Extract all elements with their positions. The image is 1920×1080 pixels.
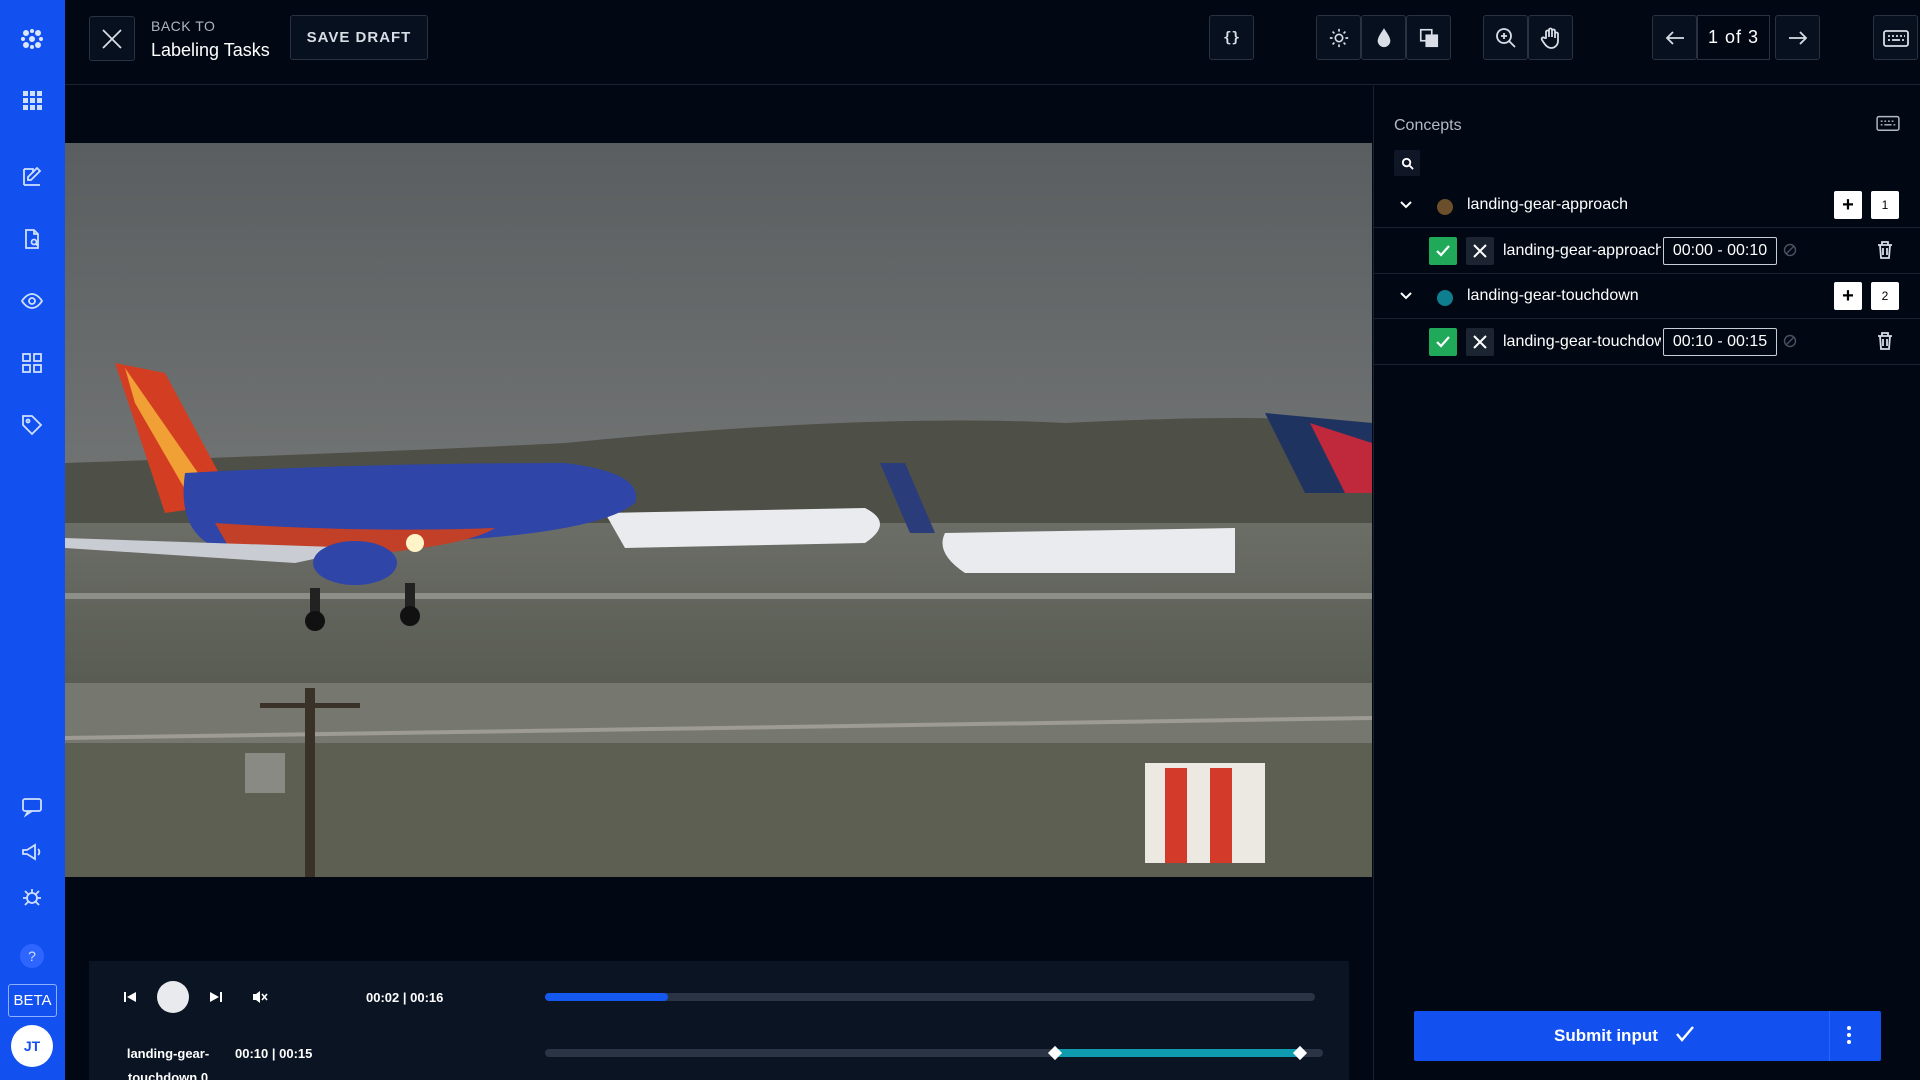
concept-search-button[interactable] <box>1394 150 1420 176</box>
video-controls: 00:02 | 00:16 landing-gear-touchdown.0 0… <box>89 961 1349 1080</box>
time-range-field[interactable]: 00:10 - 00:15 <box>1663 328 1777 356</box>
skip-forward-button[interactable] <box>204 985 228 1009</box>
back-to-label: BACK TO <box>151 18 216 34</box>
mute-button[interactable] <box>248 985 272 1009</box>
brightness-button[interactable] <box>1316 15 1361 60</box>
accept-button[interactable] <box>1429 328 1457 356</box>
airport-scene-image <box>65 143 1372 877</box>
keyboard-icon <box>1882 29 1909 47</box>
drop-icon <box>1377 27 1390 47</box>
skip-forward-icon <box>210 992 222 1002</box>
submit-label: Submit input <box>1554 1026 1658 1045</box>
annotation-track[interactable] <box>545 1045 1323 1061</box>
skip-back-button[interactable] <box>118 985 142 1009</box>
check-icon <box>1436 336 1450 348</box>
help-icon[interactable]: ? <box>20 944 44 968</box>
apps-grid-icon[interactable] <box>17 85 47 115</box>
keyboard-shortcuts-button[interactable] <box>1873 15 1918 60</box>
search-icon <box>1401 157 1414 170</box>
track-time: 00:10 | 00:15 <box>235 1046 313 1061</box>
video-frame[interactable] <box>65 143 1372 877</box>
trash-icon[interactable] <box>1876 331 1894 351</box>
overlay-button[interactable] <box>1406 15 1451 60</box>
save-draft-button[interactable]: SAVE DRAFT <box>290 15 428 60</box>
current-time: 00:02 | 00:16 <box>366 990 444 1005</box>
concepts-panel: Concepts landing-gear-approach + 1 landi… <box>1373 86 1920 1080</box>
bug-icon[interactable] <box>17 882 47 912</box>
top-toolbar: BACK TO Labeling Tasks SAVE DRAFT {} 1 o… <box>65 0 1920 85</box>
next-button[interactable] <box>1775 15 1820 60</box>
check-icon <box>1436 245 1450 257</box>
chevron-down-icon[interactable] <box>1398 288 1414 304</box>
edit-icon[interactable] <box>17 162 47 192</box>
saturation-button[interactable] <box>1361 15 1406 60</box>
tag-icon[interactable] <box>17 410 47 440</box>
modules-icon[interactable] <box>17 348 47 378</box>
concept-row[interactable]: landing-gear-approach + 1 <box>1374 183 1920 228</box>
main-timeline[interactable] <box>545 993 1315 1001</box>
annotation-segment[interactable] <box>1054 1049 1300 1057</box>
document-search-icon[interactable] <box>17 224 47 254</box>
concept-name: landing-gear-touchdown <box>1467 287 1639 304</box>
annotation-name: landing-gear-approach <box>1503 242 1661 259</box>
accept-button[interactable] <box>1429 237 1457 265</box>
annotation-count: 2 <box>1871 282 1899 310</box>
previous-button[interactable] <box>1652 15 1697 60</box>
concept-name: landing-gear-approach <box>1467 196 1628 213</box>
time-range-field[interactable]: 00:00 - 00:10 <box>1663 237 1777 265</box>
megaphone-icon[interactable] <box>17 837 47 867</box>
panel-title: Concepts <box>1394 117 1462 134</box>
add-annotation-button[interactable]: + <box>1834 191 1862 219</box>
close-icon <box>102 28 122 49</box>
skip-back-icon <box>124 992 136 1002</box>
check-icon <box>1676 1026 1694 1042</box>
concept-color-dot <box>1437 199 1453 215</box>
more-options-icon[interactable] <box>1846 1023 1852 1047</box>
zoom-in-icon <box>1495 27 1516 48</box>
trash-icon[interactable] <box>1876 240 1894 260</box>
left-sidebar: ? BETA JT <box>0 0 65 1080</box>
close-button[interactable] <box>89 16 135 61</box>
annotation-name: landing-gear-touchdown <box>1503 333 1661 350</box>
chevron-down-icon[interactable] <box>1398 197 1414 213</box>
close-icon <box>1473 335 1487 349</box>
logo-icon[interactable] <box>17 24 47 54</box>
add-annotation-button[interactable]: + <box>1834 282 1862 310</box>
track-label: landing-gear-touchdown.0 <box>126 1046 210 1080</box>
layers-icon <box>1419 28 1438 47</box>
zoom-button[interactable] <box>1483 15 1528 60</box>
beta-badge: BETA <box>8 984 57 1017</box>
timeline-progress <box>545 993 669 1001</box>
pan-button[interactable] <box>1528 15 1573 60</box>
avatar[interactable]: JT <box>11 1025 53 1067</box>
back-to-title: Labeling Tasks <box>151 40 270 60</box>
arrow-right-icon <box>1788 30 1807 45</box>
eye-icon[interactable] <box>17 286 47 316</box>
arrow-left-icon <box>1665 30 1684 45</box>
back-link[interactable]: BACK TO Labeling Tasks <box>151 18 270 61</box>
muted-speaker-icon <box>253 991 268 1003</box>
json-view-button[interactable]: {} <box>1209 15 1254 60</box>
chat-icon[interactable] <box>17 791 47 821</box>
annotation-count: 1 <box>1871 191 1899 219</box>
page-indicator: 1 of 3 <box>1697 15 1770 60</box>
submit-input-button[interactable]: Submit input <box>1414 1011 1881 1061</box>
brightness-icon <box>1329 28 1348 47</box>
keyboard-icon[interactable] <box>1876 113 1900 138</box>
concept-color-dot <box>1437 290 1453 306</box>
reject-button[interactable] <box>1466 328 1494 356</box>
disabled-icon <box>1783 243 1797 257</box>
play-button[interactable] <box>157 981 189 1013</box>
annotation-row: landing-gear-touchdown 00:10 - 00:15 <box>1374 319 1920 365</box>
braces-icon: {} <box>1223 29 1240 46</box>
disabled-icon <box>1783 334 1797 348</box>
close-icon <box>1473 244 1487 258</box>
hand-icon <box>1540 27 1559 49</box>
annotation-row: landing-gear-approach 00:00 - 00:10 <box>1374 228 1920 274</box>
labeling-app: ? BETA JT BACK TO Labeling Tasks SAVE DR… <box>0 0 1920 1080</box>
concept-row[interactable]: landing-gear-touchdown + 2 <box>1374 274 1920 319</box>
submit-divider <box>1829 1011 1830 1061</box>
reject-button[interactable] <box>1466 237 1494 265</box>
